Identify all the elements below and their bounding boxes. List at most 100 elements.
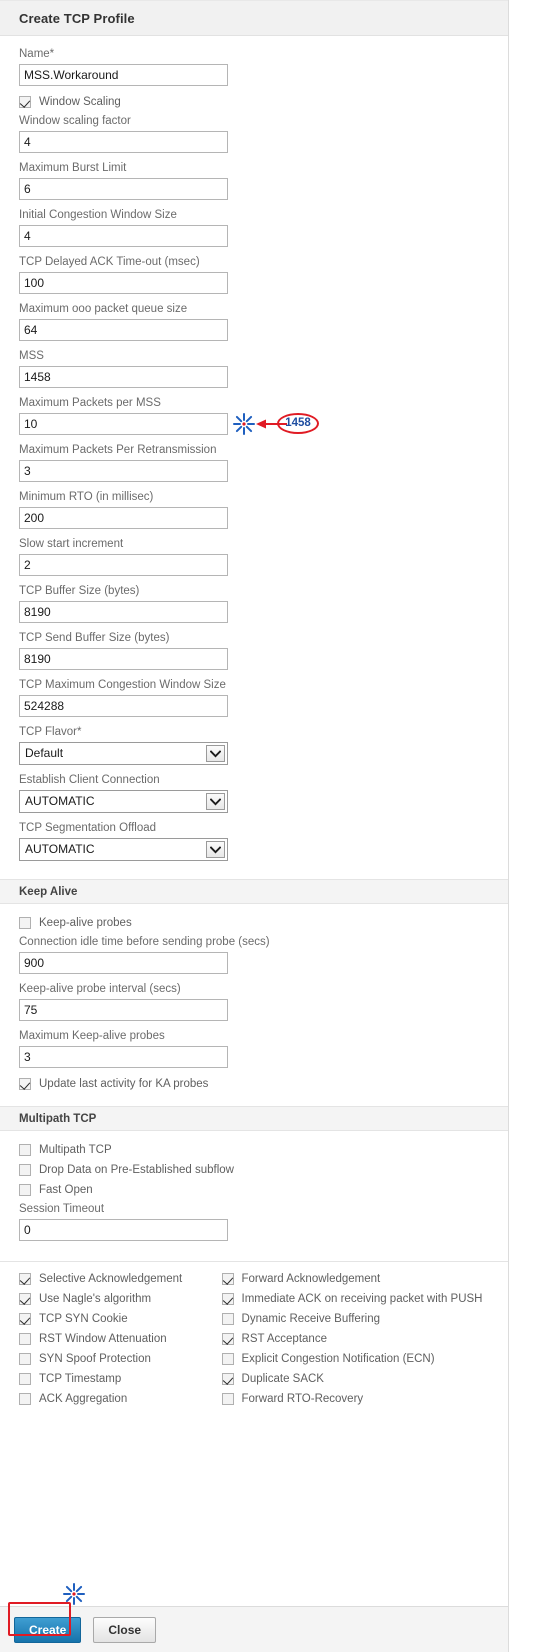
tcp-segmentation-offload-label: TCP Segmentation Offload xyxy=(19,822,157,834)
tcp-option-row[interactable]: RST Window Attenuation xyxy=(19,1331,222,1347)
probe-interval-input[interactable] xyxy=(19,999,228,1021)
establish-client-connection-select[interactable]: AUTOMATIC xyxy=(19,790,228,813)
tcp-option-row[interactable]: Use Nagle's algorithm xyxy=(19,1291,222,1307)
multipath-tcp-row[interactable]: Multipath TCP xyxy=(19,1142,489,1158)
tcp-option-row[interactable]: SYN Spoof Protection xyxy=(19,1351,222,1367)
tcp-option-row[interactable]: Explicit Congestion Notification (ECN) xyxy=(221,1351,508,1367)
tcp-option-checkbox[interactable] xyxy=(19,1393,31,1405)
tcp-flavor-label: TCP Flavor* xyxy=(19,726,82,738)
tcp-option-checkbox[interactable] xyxy=(19,1293,31,1305)
tcp-option-checkbox[interactable] xyxy=(19,1273,31,1285)
drop-data-checkbox[interactable] xyxy=(19,1164,31,1176)
tcp-option-checkbox[interactable] xyxy=(221,1273,234,1285)
session-timeout-input[interactable] xyxy=(19,1219,228,1241)
keep-alive-probes-label: Keep-alive probes xyxy=(39,917,132,929)
keep-alive-probes-row[interactable]: Keep-alive probes xyxy=(19,915,489,931)
field-name: Name* xyxy=(19,47,489,86)
window-scaling-factor-label: Window scaling factor xyxy=(19,115,131,127)
fast-open-row[interactable]: Fast Open xyxy=(19,1182,489,1198)
field-slow-start-increment: Slow start increment xyxy=(19,537,489,576)
tcp-option-row[interactable]: Immediate ACK on receiving packet with P… xyxy=(221,1291,508,1307)
mss-input[interactable] xyxy=(19,366,228,388)
create-tcp-profile-dialog: Create TCP Profile Name* Window Scaling … xyxy=(0,0,509,1652)
keep-alive-probes-checkbox[interactable] xyxy=(19,917,31,929)
tcp-option-label: TCP Timestamp xyxy=(39,1373,122,1385)
tcp-option-row[interactable]: Dynamic Receive Buffering xyxy=(221,1311,508,1327)
general-settings-section: Name* Window Scaling Window scaling fact… xyxy=(0,36,508,873)
initial-cwnd-input[interactable] xyxy=(19,225,228,247)
tcp-option-checkbox[interactable] xyxy=(221,1293,234,1305)
tcp-option-checkbox[interactable] xyxy=(19,1373,31,1385)
slow-start-increment-input[interactable] xyxy=(19,554,228,576)
establish-client-connection-label: Establish Client Connection xyxy=(19,774,160,786)
field-max-ooo-queue: Maximum ooo packet queue size xyxy=(19,302,489,341)
max-packets-per-retx-input[interactable] xyxy=(19,460,228,482)
max-burst-limit-input[interactable] xyxy=(19,178,228,200)
tcp-option-checkbox[interactable] xyxy=(221,1373,234,1385)
chevron-down-icon[interactable] xyxy=(206,745,225,762)
max-ooo-queue-input[interactable] xyxy=(19,319,228,341)
window-scaling-row[interactable]: Window Scaling xyxy=(19,94,489,110)
tcp-option-row[interactable]: RST Acceptance xyxy=(221,1331,508,1347)
fast-open-checkbox[interactable] xyxy=(19,1184,31,1196)
chevron-down-icon[interactable] xyxy=(206,793,225,810)
session-timeout-label: Session Timeout xyxy=(19,1203,105,1215)
tcp-option-checkbox[interactable] xyxy=(221,1313,234,1325)
dialog-header: Create TCP Profile xyxy=(0,0,508,36)
page-title: Create TCP Profile xyxy=(19,10,135,26)
max-ooo-queue-label: Maximum ooo packet queue size xyxy=(19,303,188,315)
tcp-option-row[interactable]: Forward RTO-Recovery xyxy=(221,1391,508,1407)
field-initial-cwnd: Initial Congestion Window Size xyxy=(19,208,489,247)
tcp-option-row[interactable]: TCP Timestamp xyxy=(19,1371,222,1387)
initial-cwnd-label: Initial Congestion Window Size xyxy=(19,209,177,221)
update-last-activity-checkbox[interactable] xyxy=(19,1078,31,1090)
name-input[interactable] xyxy=(19,64,228,86)
window-scaling-factor-input[interactable] xyxy=(19,131,228,153)
keep-alive-section: Keep-alive probes Connection idle time b… xyxy=(0,904,508,1100)
field-tcp-max-cwnd: TCP Maximum Congestion Window Size xyxy=(19,678,489,717)
min-rto-input[interactable] xyxy=(19,507,228,529)
tcp-option-row[interactable]: Forward Acknowledgement xyxy=(221,1271,508,1287)
field-establish-client-connection: Establish Client Connection AUTOMATIC xyxy=(19,773,489,813)
tcp-option-label: Selective Acknowledgement xyxy=(39,1273,183,1285)
max-probes-input[interactable] xyxy=(19,1046,228,1068)
tcp-option-checkbox[interactable] xyxy=(19,1313,31,1325)
max-packets-per-mss-label: Maximum Packets per MSS xyxy=(19,397,161,409)
tcp-option-checkbox[interactable] xyxy=(221,1393,234,1405)
window-scaling-checkbox[interactable] xyxy=(19,96,31,108)
tcp-options-right-column: Forward Acknowledgement Immediate ACK on … xyxy=(221,1271,508,1411)
tcp-max-cwnd-input[interactable] xyxy=(19,695,228,717)
tcp-option-checkbox[interactable] xyxy=(221,1333,234,1345)
create-button[interactable]: Create xyxy=(14,1616,82,1643)
tcp-option-label: Explicit Congestion Notification (ECN) xyxy=(241,1353,435,1365)
tcp-buffer-size-input[interactable] xyxy=(19,601,228,623)
window-scaling-label: Window Scaling xyxy=(39,96,121,108)
drop-data-row[interactable]: Drop Data on Pre-Established subflow xyxy=(19,1162,489,1178)
max-packets-per-retx-label: Maximum Packets Per Retransmission xyxy=(19,444,217,456)
tcp-option-label: ACK Aggregation xyxy=(39,1393,128,1405)
tcp-option-row[interactable]: ACK Aggregation xyxy=(19,1391,222,1407)
idle-time-input[interactable] xyxy=(19,952,228,974)
field-idle-time: Connection idle time before sending prob… xyxy=(19,935,489,974)
field-tcp-flavor: TCP Flavor* Default xyxy=(19,725,489,765)
multipath-tcp-checkbox[interactable] xyxy=(19,1144,31,1156)
close-button[interactable]: Close xyxy=(93,1616,157,1643)
tcp-option-checkbox[interactable] xyxy=(221,1353,234,1365)
tcp-option-row[interactable]: Selective Acknowledgement xyxy=(19,1271,222,1287)
field-mss: MSS xyxy=(19,349,489,388)
max-packets-per-mss-input[interactable] xyxy=(19,413,228,435)
max-probes-label: Maximum Keep-alive probes xyxy=(19,1030,165,1042)
min-rto-label: Minimum RTO (in millisec) xyxy=(19,491,154,503)
update-last-activity-row[interactable]: Update last activity for KA probes xyxy=(19,1076,489,1092)
tcp-option-label: RST Acceptance xyxy=(241,1333,327,1345)
tcp-option-row[interactable]: Duplicate SACK xyxy=(221,1371,508,1387)
tcp-option-row[interactable]: TCP SYN Cookie xyxy=(19,1311,222,1327)
delayed-ack-input[interactable] xyxy=(19,272,228,294)
field-probe-interval: Keep-alive probe interval (secs) xyxy=(19,982,489,1021)
tcp-send-buffer-size-input[interactable] xyxy=(19,648,228,670)
tcp-segmentation-offload-select[interactable]: AUTOMATIC xyxy=(19,838,228,861)
tcp-option-checkbox[interactable] xyxy=(19,1333,31,1345)
chevron-down-icon[interactable] xyxy=(206,841,225,858)
tcp-flavor-select[interactable]: Default xyxy=(19,742,228,765)
tcp-option-checkbox[interactable] xyxy=(19,1353,31,1365)
